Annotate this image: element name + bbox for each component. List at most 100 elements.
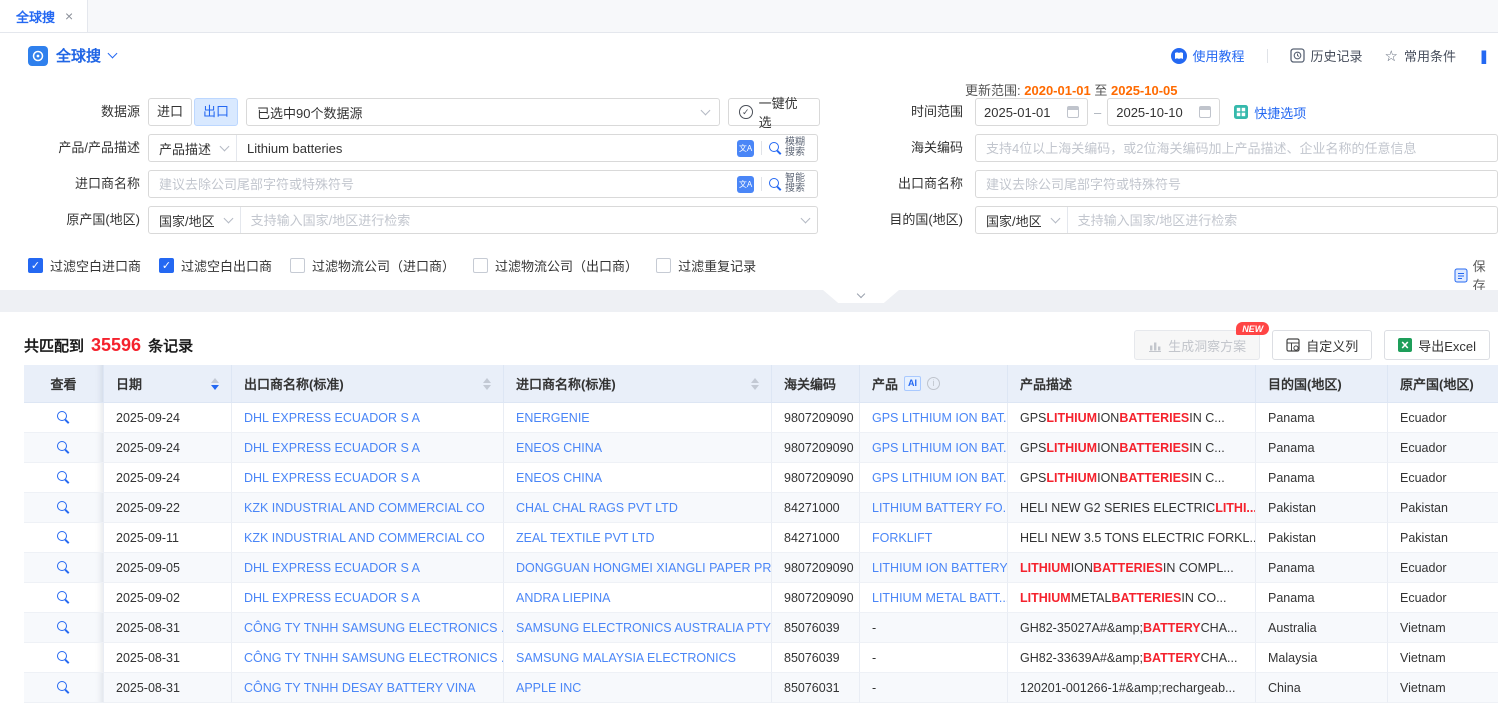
time-range-label: 时间范围 bbox=[856, 98, 963, 126]
view-record-icon[interactable] bbox=[57, 591, 70, 604]
header-exporter[interactable]: 出口商名称(标准) bbox=[232, 365, 504, 403]
importer-link[interactable]: ANDRA LIEPINA bbox=[504, 583, 772, 613]
page-header: 全球搜 使用教程 历史记录 ☆ 常用条件 ❚ bbox=[0, 33, 1498, 78]
one-click-optimize-button[interactable]: ✓ 一键优选 bbox=[728, 98, 820, 126]
destination-input[interactable] bbox=[1068, 207, 1497, 233]
view-record-icon[interactable] bbox=[57, 531, 70, 544]
smart-search-button[interactable]: 智能搜索 bbox=[769, 174, 809, 194]
view-record-icon[interactable] bbox=[57, 561, 70, 574]
view-record-icon[interactable] bbox=[57, 681, 70, 694]
exporter-input[interactable] bbox=[975, 170, 1498, 198]
view-record-icon[interactable] bbox=[57, 411, 70, 424]
table-body: 2025-09-24DHL EXPRESS ECUADOR S AENERGEN… bbox=[24, 403, 1498, 703]
importer-link[interactable]: CHAL CHAL RAGS PVT LTD bbox=[504, 493, 772, 523]
importer-link[interactable]: ZEAL TEXTILE PVT LTD bbox=[504, 523, 772, 553]
quick-options-link[interactable]: 快捷选项 bbox=[1234, 103, 1306, 122]
product-input[interactable] bbox=[237, 135, 737, 161]
view-record-icon[interactable] bbox=[57, 441, 70, 454]
favorites-link[interactable]: ☆ 常用条件 bbox=[1385, 46, 1456, 65]
hscode-input[interactable] bbox=[975, 134, 1498, 162]
filter-checkbox[interactable]: ✓过滤空白出口商 bbox=[159, 256, 272, 275]
tab-global-search[interactable]: 全球搜 × bbox=[0, 0, 88, 32]
import-toggle-button[interactable]: 进口 bbox=[148, 98, 192, 126]
exporter-link[interactable]: CÔNG TY TNHH SAMSUNG ELECTRONICS ... bbox=[232, 613, 504, 643]
destination-type-select[interactable]: 国家/地区 bbox=[976, 207, 1068, 233]
chevron-down-icon[interactable] bbox=[108, 49, 118, 59]
checkbox-icon[interactable]: ✓ bbox=[159, 258, 174, 273]
product-cell[interactable]: LITHIUM BATTERY FO... bbox=[860, 493, 1008, 523]
origin-cell: Vietnam bbox=[1388, 643, 1498, 673]
info-icon[interactable]: i bbox=[927, 377, 940, 390]
product-cell[interactable]: GPS LITHIUM ION BAT... bbox=[860, 403, 1008, 433]
export-excel-button[interactable]: 导出Excel bbox=[1384, 330, 1490, 360]
product-cell[interactable]: LITHIUM ION BATTERY bbox=[860, 553, 1008, 583]
filter-label: 过滤重复记录 bbox=[678, 256, 756, 275]
sort-icons[interactable] bbox=[483, 378, 491, 390]
importer-link[interactable]: SAMSUNG ELECTRONICS AUSTRALIA PTY bbox=[504, 613, 772, 643]
collapse-panel-button[interactable] bbox=[823, 290, 899, 303]
history-link[interactable]: 历史记录 bbox=[1290, 46, 1363, 65]
origin-cell: Pakistan bbox=[1388, 523, 1498, 553]
save-button[interactable]: 保存 bbox=[1454, 256, 1498, 294]
tutorial-link[interactable]: 使用教程 bbox=[1171, 46, 1245, 65]
app-title[interactable]: 全球搜 bbox=[28, 45, 116, 66]
translate-icon[interactable]: 文A bbox=[737, 140, 754, 157]
header-date[interactable]: 日期 bbox=[104, 365, 232, 403]
exporter-link[interactable]: DHL EXPRESS ECUADOR S A bbox=[232, 403, 504, 433]
checkbox-icon[interactable] bbox=[473, 258, 488, 273]
exporter-link[interactable]: CÔNG TY TNHH SAMSUNG ELECTRONICS ... bbox=[232, 643, 504, 673]
exporter-link[interactable]: KZK INDUSTRIAL AND COMMERCIAL CO bbox=[232, 523, 504, 553]
product-type-select[interactable]: 产品描述 bbox=[149, 135, 237, 161]
origin-type-select[interactable]: 国家/地区 bbox=[149, 207, 241, 233]
header-importer[interactable]: 进口商名称(标准) bbox=[504, 365, 772, 403]
date-cell: 2025-09-24 bbox=[104, 463, 232, 493]
importer-link[interactable]: ENEOS CHINA bbox=[504, 463, 772, 493]
importer-link[interactable]: APPLE INC bbox=[504, 673, 772, 703]
date-from-input[interactable] bbox=[975, 98, 1088, 126]
view-record-icon[interactable] bbox=[57, 651, 70, 664]
exporter-link[interactable]: DHL EXPRESS ECUADOR S A bbox=[232, 463, 504, 493]
importer-input[interactable] bbox=[149, 171, 737, 197]
checkbox-icon[interactable] bbox=[290, 258, 305, 273]
importer-link[interactable]: ENERGENIE bbox=[504, 403, 772, 433]
date-cell: 2025-08-31 bbox=[104, 673, 232, 703]
filter-checkbox[interactable]: ✓ 过滤空白进口商 bbox=[28, 256, 141, 275]
exporter-link[interactable]: CÔNG TY TNHH DESAY BATTERY VINA bbox=[232, 673, 504, 703]
importer-link[interactable]: ENEOS CHINA bbox=[504, 433, 772, 463]
export-toggle-button[interactable]: 出口 bbox=[194, 98, 238, 126]
generate-insight-button[interactable]: 生成洞察方案 NEW bbox=[1134, 330, 1260, 360]
sort-icons[interactable] bbox=[751, 378, 759, 390]
chevron-down-icon bbox=[701, 105, 711, 115]
origin-input[interactable] bbox=[241, 207, 802, 233]
product-cell: - bbox=[860, 673, 1008, 703]
filter-checkbox[interactable]: 过滤物流公司（进口商） bbox=[290, 256, 455, 275]
importer-link[interactable]: SAMSUNG MALAYSIA ELECTRONICS bbox=[504, 643, 772, 673]
tab-close-icon[interactable]: × bbox=[65, 8, 73, 24]
product-cell[interactable]: GPS LITHIUM ION BAT... bbox=[860, 463, 1008, 493]
view-record-icon[interactable] bbox=[57, 471, 70, 484]
destination-cell: Malaysia bbox=[1256, 643, 1388, 673]
sort-icons[interactable] bbox=[211, 378, 219, 390]
product-cell[interactable]: FORKLIFT bbox=[860, 523, 1008, 553]
exporter-link[interactable]: DHL EXPRESS ECUADOR S A bbox=[232, 433, 504, 463]
view-record-icon[interactable] bbox=[57, 501, 70, 514]
translate-icon[interactable]: 文A bbox=[737, 176, 754, 193]
filter-checkbox[interactable]: 过滤物流公司（出口商） bbox=[473, 256, 638, 275]
product-cell[interactable]: LITHIUM METAL BATT... bbox=[860, 583, 1008, 613]
exporter-link[interactable]: DHL EXPRESS ECUADOR S A bbox=[232, 583, 504, 613]
importer-link[interactable]: DONGGUAN HONGMEI XIANGLI PAPER PR... bbox=[504, 553, 772, 583]
checkbox-icon[interactable]: ✓ bbox=[28, 258, 43, 273]
date-to-input[interactable] bbox=[1107, 98, 1220, 126]
datasource-select[interactable]: 已选中90个数据源 bbox=[246, 98, 720, 126]
customize-columns-button[interactable]: 自定义列 bbox=[1272, 330, 1372, 360]
fuzzy-search-button[interactable]: 模糊搜索 bbox=[769, 138, 809, 158]
exporter-link[interactable]: KZK INDUSTRIAL AND COMMERCIAL CO bbox=[232, 493, 504, 523]
product-cell[interactable]: GPS LITHIUM ION BAT... bbox=[860, 433, 1008, 463]
filter-label: 过滤空白进口商 bbox=[50, 256, 141, 275]
date-cell: 2025-09-11 bbox=[104, 523, 232, 553]
view-record-icon[interactable] bbox=[57, 621, 70, 634]
date-cell: 2025-09-24 bbox=[104, 403, 232, 433]
checkbox-icon[interactable] bbox=[656, 258, 671, 273]
exporter-link[interactable]: DHL EXPRESS ECUADOR S A bbox=[232, 553, 504, 583]
filter-checkbox[interactable]: 过滤重复记录 bbox=[656, 256, 756, 275]
